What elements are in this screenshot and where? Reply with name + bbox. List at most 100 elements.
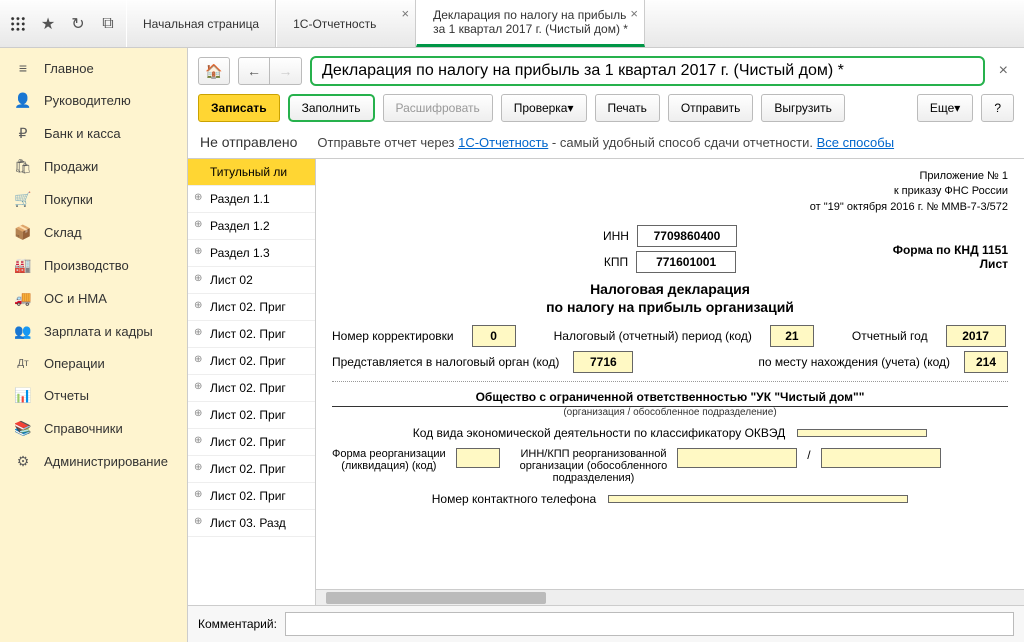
row-phone: Номер контактного телефона (332, 492, 1008, 506)
organ-label: Представляется в налоговый орган (код) (332, 355, 559, 369)
okved-label: Код вида экономической деятельности по к… (413, 426, 786, 440)
tree-item[interactable]: Лист 02. Приг (188, 429, 315, 456)
close-button[interactable]: × (993, 62, 1014, 80)
help-button[interactable]: ? (981, 94, 1014, 122)
factory-icon: 🏭 (14, 257, 32, 274)
sidebar-item-sales[interactable]: 🛍 Продажи (0, 150, 187, 183)
dtkt-icon: Дт (14, 358, 32, 369)
more-button[interactable]: Еще ▾ (917, 94, 973, 122)
tree-item[interactable]: Лист 02. Приг (188, 375, 315, 402)
check-button[interactable]: Проверка ▾ (501, 94, 587, 122)
phone-field[interactable] (608, 495, 908, 503)
truck-icon: 🚚 (14, 290, 32, 307)
sidebar-item-admin[interactable]: ⚙Администрирование (0, 445, 187, 478)
reorg-code-field[interactable] (456, 448, 500, 468)
sidebar-item-assets[interactable]: 🚚ОС и НМА (0, 282, 187, 315)
tree-item[interactable]: Лист 02. Приг (188, 294, 315, 321)
okved-field[interactable] (797, 429, 927, 437)
tree-item[interactable]: Лист 02. Приг (188, 348, 315, 375)
main: ≡Главное 👤Руководителю ₽Банк и касса 🛍 Пр… (0, 48, 1024, 642)
sidebar-item-warehouse[interactable]: 📦 Склад (0, 216, 187, 249)
forward-button[interactable]: → (270, 57, 302, 85)
tab-label: Начальная страница (143, 17, 259, 31)
sidebar-item-label: Продажи (44, 159, 98, 174)
reorg-inn-field[interactable] (677, 448, 797, 468)
tree-item[interactable]: Раздел 1.1 (188, 186, 315, 213)
close-icon[interactable]: × (630, 6, 638, 21)
toolbar: Записать Заполнить Расшифровать Проверка… (188, 94, 1024, 130)
cart-icon: 🛒 (14, 191, 32, 208)
link-icon[interactable]: ⧉ (98, 14, 118, 34)
inn-field[interactable]: 7709860400 (637, 225, 737, 247)
reorg-kpp-field[interactable] (821, 448, 941, 468)
org-sub: (организация / обособленное подразделени… (332, 407, 1008, 418)
row-period: Номер корректировки 0 Налоговый (отчетны… (332, 325, 1008, 347)
fill-button[interactable]: Заполнить (288, 94, 375, 122)
back-button[interactable]: ← (238, 57, 270, 85)
comment-input[interactable] (285, 612, 1014, 636)
bag-icon: 🛍 (14, 158, 32, 175)
tree-item[interactable]: Лист 03. Разд (188, 510, 315, 537)
tree-item[interactable]: Раздел 1.2 (188, 213, 315, 240)
horizontal-scrollbar[interactable] (316, 589, 1024, 605)
tab-label-line2: за 1 квартал 2017 г. (Чистый дом) * (433, 22, 628, 36)
home-button[interactable]: 🏠 (198, 57, 230, 85)
tree-item-title[interactable]: Титульный ли (188, 159, 315, 186)
btn-label: Проверка (514, 101, 568, 115)
sidebar: ≡Главное 👤Руководителю ₽Банк и касса 🛍 Пр… (0, 48, 188, 642)
phone-label: Номер контактного телефона (432, 492, 596, 506)
chevron-down-icon: ▾ (954, 101, 960, 115)
form-title-2: по налогу на прибыль организаций (332, 299, 1008, 315)
period-field[interactable]: 21 (770, 325, 814, 347)
star-icon[interactable]: ★ (38, 14, 58, 34)
sidebar-item-salary[interactable]: 👥 Зарплата и кадры (0, 315, 187, 348)
sidebar-item-main[interactable]: ≡Главное (0, 52, 187, 84)
sidebar-item-label: Склад (44, 225, 82, 240)
link-1c-reporting[interactable]: 1С-Отчетность (458, 135, 548, 150)
corr-field[interactable]: 0 (472, 325, 516, 347)
tab-reporting[interactable]: 1С-Отчетность × (276, 0, 416, 47)
save-button[interactable]: Записать (198, 94, 280, 122)
year-field[interactable]: 2017 (946, 325, 1006, 347)
tree-item[interactable]: Лист 02. Приг (188, 321, 315, 348)
tree-item[interactable]: Раздел 1.3 (188, 240, 315, 267)
kpp-label: КПП (604, 255, 628, 269)
sidebar-item-manager[interactable]: 👤Руководителю (0, 84, 187, 117)
row-okved: Код вида экономической деятельности по к… (332, 426, 1008, 440)
tab-declaration[interactable]: Декларация по налогу на прибыль за 1 ква… (416, 0, 645, 47)
sidebar-item-purchases[interactable]: 🛒Покупки (0, 183, 187, 216)
history-icon[interactable]: ↻ (68, 14, 88, 34)
people-icon: 👥 (14, 323, 32, 340)
close-icon[interactable]: × (402, 6, 410, 21)
doc-area: Титульный ли Раздел 1.1 Раздел 1.2 Разде… (188, 158, 1024, 605)
kpp-field[interactable]: 771601001 (636, 251, 736, 273)
send-button[interactable]: Отправить (668, 94, 754, 122)
btn-label: Еще (930, 101, 954, 115)
sidebar-item-bank[interactable]: ₽Банк и касса (0, 117, 187, 150)
place-field[interactable]: 214 (964, 351, 1008, 373)
organ-field[interactable]: 7716 (573, 351, 633, 373)
tree-item[interactable]: Лист 02. Приг (188, 483, 315, 510)
link-all-ways[interactable]: Все способы (817, 135, 894, 150)
status-text: Отправьте отчет через 1С-Отчетность - са… (317, 135, 894, 150)
decode-button[interactable]: Расшифровать (383, 94, 493, 122)
tree-item[interactable]: Лист 02 (188, 267, 315, 294)
tree-item[interactable]: Лист 02. Приг (188, 402, 315, 429)
box-icon: 📦 (14, 224, 32, 241)
export-button[interactable]: Выгрузить (761, 94, 845, 122)
sidebar-item-production[interactable]: 🏭Производство (0, 249, 187, 282)
menu-icon: ≡ (14, 60, 32, 76)
sidebar-item-operations[interactable]: ДтОперации (0, 348, 187, 379)
form-panel: Приложение № 1 к приказу ФНС России от "… (316, 159, 1024, 589)
sidebar-item-reports[interactable]: 📊Отчеты (0, 379, 187, 412)
print-button[interactable]: Печать (595, 94, 660, 122)
sidebar-item-catalogs[interactable]: 📚Справочники (0, 412, 187, 445)
form-header: Приложение № 1 к приказу ФНС России от "… (332, 169, 1008, 215)
apps-icon[interactable] (8, 14, 28, 34)
tab-home[interactable]: Начальная страница (126, 0, 276, 47)
status-badge: Не отправлено (200, 134, 297, 150)
year-label: Отчетный год (852, 329, 928, 343)
tree-item[interactable]: Лист 02. Приг (188, 456, 315, 483)
section-tree: Титульный ли Раздел 1.1 Раздел 1.2 Разде… (188, 159, 316, 605)
sidebar-item-label: Зарплата и кадры (44, 324, 153, 339)
